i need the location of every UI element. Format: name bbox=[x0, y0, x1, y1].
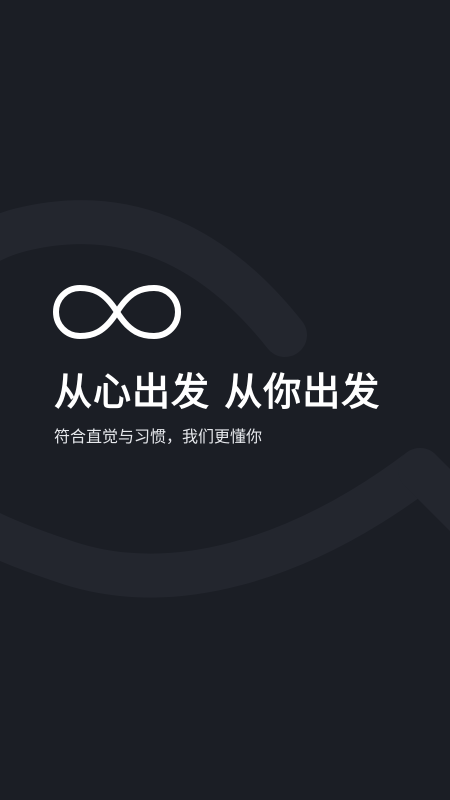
splash-screen: 从心出发 从你出发 符合直觉与习惯，我们更懂你 bbox=[0, 0, 450, 800]
tagline: 符合直觉与习惯，我们更懂你 bbox=[54, 427, 263, 446]
headline: 从心出发 从你出发 bbox=[54, 370, 381, 414]
infinity-icon bbox=[53, 285, 181, 339]
